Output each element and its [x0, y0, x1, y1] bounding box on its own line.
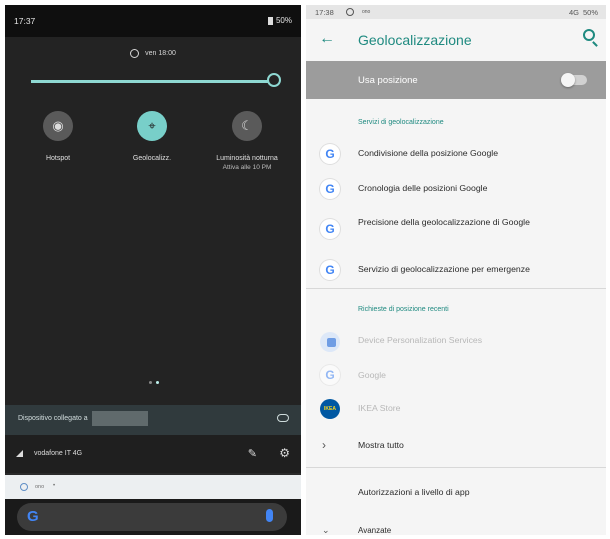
page-title: Geolocalizzazione: [358, 32, 472, 48]
app-bar: ← Geolocalizzazione: [306, 19, 606, 61]
back-arrow-icon[interactable]: ←: [319, 30, 335, 48]
status-info: ono: [362, 9, 371, 15]
google-g-icon: G: [320, 144, 340, 164]
tile-sublabel: Attiva alle 10 PM: [222, 163, 272, 171]
toggle-knob: [561, 73, 575, 87]
battery-percent: 50%: [275, 16, 292, 25]
device-connected-label: Dispositivo collegato a: [18, 415, 88, 422]
alarm-label: ven 18:00: [145, 50, 176, 57]
status-time: 17:38: [315, 8, 334, 17]
use-location-toggle[interactable]: [561, 73, 587, 87]
mic-icon[interactable]: [266, 509, 273, 522]
tile-location[interactable]: ⌖ Geolocalizz.: [107, 111, 197, 164]
page-indicator: [149, 381, 159, 384]
status-bar: 17:37 50%: [5, 5, 301, 37]
ikea-icon: IKEA: [320, 399, 340, 419]
show-all-item[interactable]: › Mostra tutto: [306, 436, 606, 458]
redacted-device-name: [92, 411, 148, 426]
next-alarm[interactable]: ven 18:00: [5, 49, 301, 58]
signal-icon: [16, 450, 23, 457]
chevron-down-icon: ⌄: [322, 525, 330, 535]
quick-settings-screenshot: 17:37 50% ven 18:00 ◉ Hotspot ⌖ Geolocal…: [5, 5, 301, 535]
page-dot-active: [156, 381, 159, 384]
tile-night-light[interactable]: ☾ Luminosità notturna Attiva alle 10 PM: [202, 111, 292, 171]
list-item-emergency-location[interactable]: G Servizio di geolocalizzazione per emer…: [306, 259, 606, 287]
list-item-advanced[interactable]: ⌄ Avanzate: [306, 523, 606, 535]
list-item-label: Condivisione della posizione Google: [358, 148, 499, 158]
status-bar: 17:38 ono 4G 50%: [306, 5, 606, 19]
brightness-slider[interactable]: [31, 80, 271, 83]
section-header-services: Servizi di geolocalizzazione: [358, 119, 444, 126]
network-bar: vodafone IT 4G ✎ ⚙: [5, 435, 301, 473]
quick-settings-panel: ven 18:00 ◉ Hotspot ⌖ Geolocalizz. ☾ Lum…: [5, 37, 301, 405]
connected-device-bar[interactable]: Dispositivo collegato a: [5, 405, 301, 435]
list-item-app-permissions[interactable]: Autorizzazioni a livello di app: [306, 483, 606, 505]
list-item-label: Servizio di geolocalizzazione per emerge…: [358, 264, 530, 274]
edit-icon[interactable]: ✎: [248, 447, 257, 460]
notification-strip[interactable]: ono •: [5, 475, 301, 499]
battery-percent: 50%: [582, 8, 598, 17]
device-personalization-icon: [320, 332, 340, 352]
gear-icon[interactable]: ⚙: [279, 446, 290, 460]
bullet-icon: •: [53, 483, 56, 489]
notification-label: ono: [35, 484, 45, 490]
list-item-label: Device Personalization Services: [358, 335, 483, 345]
status-time: 17:37: [14, 16, 36, 26]
page-dot: [149, 381, 152, 384]
list-item-location-accuracy[interactable]: G Precisione della geolocalizzazione di …: [306, 215, 606, 249]
use-location-label: Usa posizione: [358, 75, 418, 86]
list-item-device-personalization[interactable]: Device Personalization Services: [306, 330, 606, 354]
list-item-ikea[interactable]: IKEA IKEA Store: [306, 399, 606, 425]
battery-icon: [267, 16, 273, 25]
list-item-google[interactable]: G Google: [306, 365, 606, 389]
alarm-icon: [20, 483, 28, 491]
section-header-recent: Richieste di posizione recenti: [358, 306, 449, 313]
google-g-icon: G: [320, 179, 340, 199]
divider: [306, 288, 606, 289]
hotspot-icon[interactable]: ◉: [43, 111, 73, 141]
list-item-location-sharing[interactable]: G Condivisione della posizione Google: [306, 142, 606, 170]
location-settings-screenshot: 17:38 ono 4G 50% ← Geolocalizzazione Usa…: [306, 5, 606, 535]
chevron-right-icon: ›: [322, 438, 326, 452]
home-screen: G: [5, 499, 301, 535]
list-item-label: Precisione della geolocalizzazione di Go…: [358, 217, 530, 227]
list-item-label: Avanzate: [358, 526, 392, 535]
list-item-location-history[interactable]: G Cronologia delle posizioni Google: [306, 177, 606, 205]
tile-hotspot[interactable]: ◉ Hotspot: [13, 111, 103, 164]
alarm-icon: [130, 49, 140, 58]
list-item-label: Google: [358, 370, 387, 380]
tile-label: Geolocalizz.: [132, 155, 172, 162]
network-name: vodafone IT 4G: [34, 450, 83, 457]
use-location-switch-bar[interactable]: Usa posizione: [306, 61, 606, 99]
google-g-icon: G: [320, 260, 340, 280]
status-right: 4G 50%: [569, 8, 598, 17]
google-g-icon: G: [320, 365, 340, 385]
location-pin-icon[interactable]: ⌖: [137, 111, 167, 141]
brightness-sun-icon[interactable]: [267, 73, 281, 87]
signal-type: 4G: [568, 8, 579, 17]
google-g-icon: G: [320, 219, 340, 239]
search-icon[interactable]: [583, 29, 595, 41]
alarm-icon: [346, 8, 354, 16]
tile-label: Hotspot: [45, 155, 71, 162]
battery-indicator: 50%: [267, 16, 292, 25]
google-g-icon: G: [27, 508, 39, 525]
tile-label: Luminosità notturna: [216, 155, 278, 162]
list-item-label: IKEA Store: [358, 403, 401, 413]
list-item-label: Cronologia delle posizioni Google: [358, 183, 488, 193]
moon-icon[interactable]: ☾: [232, 111, 262, 141]
divider: [306, 467, 606, 468]
show-all-label: Mostra tutto: [358, 440, 404, 450]
list-item-label: Autorizzazioni a livello di app: [358, 487, 470, 497]
google-search-bar[interactable]: G: [17, 503, 287, 531]
link-icon: [277, 414, 289, 422]
